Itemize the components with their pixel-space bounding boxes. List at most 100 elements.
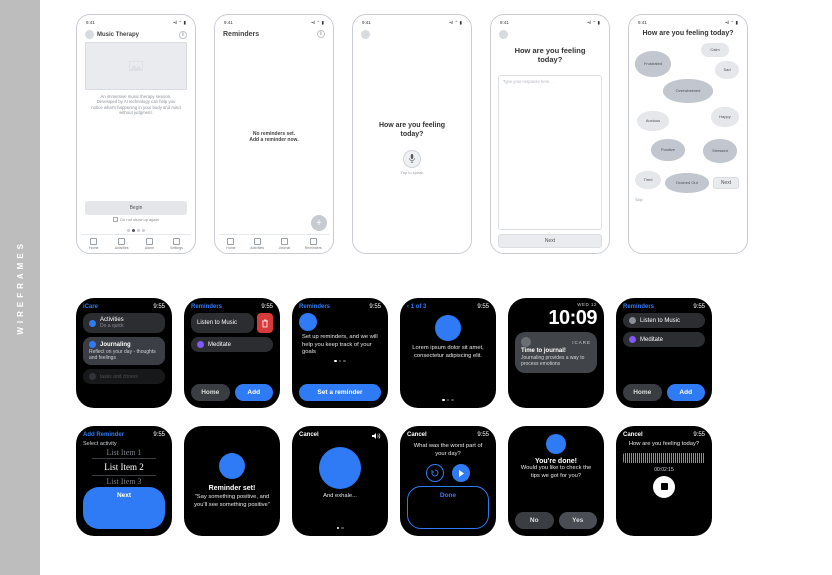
tab-journal[interactable]: Journal (279, 238, 290, 250)
timer-text: 00:02:15 (623, 467, 705, 473)
dot-icon (629, 317, 636, 324)
mood-stressed[interactable]: Stressed (703, 139, 737, 163)
next-button[interactable]: Next (713, 177, 739, 189)
phone-reminders-empty: 9:41•ıl ⌃ ▮ Reminders i No reminders set… (214, 14, 334, 254)
home-button[interactable]: Home (623, 384, 662, 401)
screen-header: Music Therapy i (81, 28, 191, 40)
list-item-extra[interactable]: tasks and chores (83, 369, 165, 384)
phone-feeling-voice: 9:41•ıl ⌃ ▮ How are you feeling today? T… (352, 14, 472, 254)
mood-happy[interactable]: Happy (711, 107, 739, 127)
dot-icon (89, 320, 96, 327)
list-item-activities[interactable]: ActivitiesDo a quick (83, 313, 165, 333)
canvas: 9:41•ıl ⌃ ▮ Music Therapy i An immersive… (40, 0, 832, 575)
picker-item[interactable]: List Item 3 (106, 476, 141, 487)
list-item-meditate[interactable]: Meditate (623, 332, 705, 347)
picker-item-selected[interactable]: List Item 2 (92, 458, 156, 476)
microphone-icon (409, 154, 415, 163)
watch-onboarding-step: ‹ 1 of 39:55 Lorem ipsum dolor sit amet,… (400, 298, 496, 408)
dont-show-row[interactable]: Do not show up again (85, 215, 187, 225)
info-icon[interactable]: i (179, 31, 187, 39)
list-item-journaling[interactable]: Journaling Reflect on your day - thought… (83, 337, 165, 365)
notification-card[interactable]: ICARE Time to journal! Journaling provid… (515, 332, 597, 373)
replay-button[interactable] (426, 464, 444, 482)
clock-time: 9:55 (693, 304, 705, 310)
watch-breathe: Cancel And exhale... (292, 426, 388, 536)
tab-home[interactable]: Home (89, 238, 98, 250)
response-textarea[interactable]: Type your response here... (498, 75, 602, 230)
cancel-link[interactable]: Cancel (407, 432, 427, 438)
tab-activities[interactable]: Activities (250, 238, 264, 250)
activity-picker[interactable]: List Item 1 List Item 2 List Item 3 (83, 447, 165, 487)
mic-button[interactable] (403, 150, 421, 168)
step-crumb[interactable]: ‹ 1 of 3 (407, 304, 426, 310)
mood-anxious[interactable]: Anxious (637, 111, 669, 131)
app-title: Reminders (191, 304, 222, 310)
mood-bubbles: Calm Frustrated Sad Overwhelmed Anxious … (633, 41, 743, 251)
back-icon[interactable] (85, 30, 94, 39)
done-button[interactable]: Done (407, 486, 489, 529)
back-icon[interactable] (361, 30, 370, 39)
mood-calm[interactable]: Calm (701, 43, 729, 57)
next-button[interactable]: Next (83, 487, 165, 529)
skip-link[interactable]: Skip (635, 197, 643, 202)
watch-reminder-set: Reminder set! "Say something positive, a… (184, 426, 280, 536)
mood-drained[interactable]: Drained Out (665, 173, 709, 193)
clock-big: 10:09 (515, 307, 597, 330)
dot-icon (197, 341, 204, 348)
checkbox-icon[interactable] (113, 217, 118, 222)
page-title: Reminders (223, 31, 259, 38)
delete-button[interactable] (257, 313, 273, 333)
grid-icon (254, 238, 261, 245)
prompt-text: What was the worst part of your day? (407, 443, 489, 458)
empty-line2: Add a reminder now. (223, 137, 325, 143)
list-item-meditate[interactable]: Meditate (191, 337, 273, 352)
watch-row-2: Add Reminder9:55 Select activity List It… (76, 426, 796, 536)
page-indicator (442, 399, 454, 402)
phone-music-therapy: 9:41•ıl ⌃ ▮ Music Therapy i An immersive… (76, 14, 196, 254)
app-title: iCare (83, 304, 98, 310)
question-text: How are you feeling today? (633, 28, 743, 41)
tab-settings[interactable]: Settings (170, 238, 183, 250)
tab-reminders[interactable]: Reminders (305, 238, 322, 250)
status-bar: 9:41•ıl ⌃ ▮ (81, 19, 191, 28)
add-button[interactable]: Add (667, 384, 706, 401)
add-button[interactable]: Add (235, 384, 274, 401)
status-bar: 9:41•ıl ⌃ ▮ (357, 19, 467, 28)
play-button[interactable] (452, 464, 470, 482)
hero-dot-icon (299, 313, 317, 331)
yes-button[interactable]: Yes (559, 512, 598, 529)
mood-tired[interactable]: Tired (635, 171, 661, 189)
play-icon (458, 470, 464, 477)
speaker-icon (371, 432, 381, 440)
mood-sad[interactable]: Sad (715, 61, 739, 79)
picker-item[interactable]: List Item 1 (106, 447, 141, 458)
set-reminder-button[interactable]: Set a reminder (299, 384, 381, 401)
add-reminder-fab[interactable]: + (311, 215, 327, 231)
back-icon[interactable] (499, 30, 508, 39)
sidebar-label-text: WIREFRAMES (16, 240, 25, 335)
next-button[interactable]: Next (498, 234, 602, 248)
cancel-link[interactable]: Cancel (623, 432, 643, 438)
watch-voice-record: Cancel9:55 How are you feeling today? 00… (616, 426, 712, 536)
grid-icon (118, 238, 125, 245)
list-item-music[interactable]: Listen to Music (191, 313, 254, 333)
clock-time: 9:55 (261, 304, 273, 310)
mood-frustrated[interactable]: Frustrated (635, 51, 671, 77)
watch-row-1: iCare 9:55 ActivitiesDo a quick Journalin… (76, 298, 796, 408)
tab-home[interactable]: Home (226, 238, 235, 250)
watch-reminders-delete: Reminders 9:55 Listen to Music Meditate H… (184, 298, 280, 408)
book-icon (281, 238, 288, 245)
no-button[interactable]: No (515, 512, 554, 529)
mood-positive[interactable]: Positive (651, 139, 685, 161)
cancel-link[interactable]: Cancel (299, 432, 319, 440)
mood-overwhelmed[interactable]: Overwhelmed (663, 79, 713, 103)
app-name: ICARE (572, 340, 591, 345)
begin-button[interactable]: Begin (85, 201, 187, 215)
stop-button[interactable] (653, 476, 675, 498)
list-item-music[interactable]: Listen to Music (623, 313, 705, 328)
tab-alarm[interactable]: Alarm (145, 238, 154, 250)
tab-activities[interactable]: Activities (115, 238, 129, 250)
info-icon[interactable]: i (317, 30, 325, 38)
status-bar: 9:41•ıl ⌃ ▮ (495, 19, 605, 28)
home-button[interactable]: Home (191, 384, 230, 401)
